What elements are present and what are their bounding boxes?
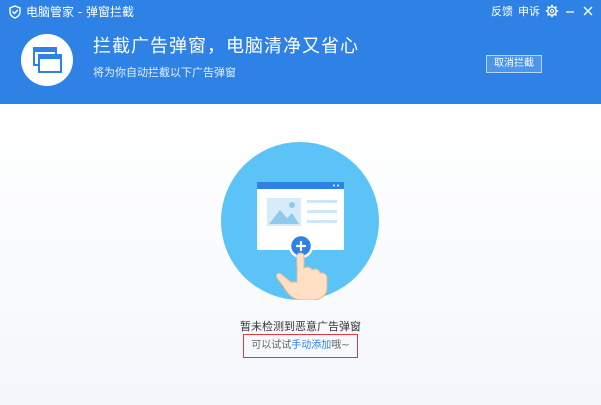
- close-icon[interactable]: [581, 4, 595, 18]
- complain-link[interactable]: 申诉: [518, 5, 540, 19]
- shield-logo-icon: [9, 5, 21, 19]
- cancel-block-button[interactable]: 取消拦截: [486, 55, 542, 73]
- titlebar: 电脑管家 - 弹窗拦截 反馈 申诉: [0, 0, 601, 26]
- manual-add-link[interactable]: 手动添加: [291, 340, 331, 351]
- manual-add-hint: 可以试试手动添加哦~: [244, 339, 357, 353]
- window-title: 电脑管家 - 弹窗拦截: [26, 5, 134, 19]
- page-title: 拦截广告弹窗，电脑清净又省心: [93, 36, 359, 57]
- minimize-icon[interactable]: [563, 4, 577, 18]
- gear-icon[interactable]: [545, 4, 559, 18]
- popup-windows-icon: [33, 47, 62, 73]
- feedback-link[interactable]: 反馈: [491, 5, 513, 19]
- hand-add-window-icon: [221, 142, 379, 300]
- main-content: 暂未检测到恶意广告弹窗 可以试试手动添加哦~: [0, 104, 601, 405]
- hint-suffix: 哦~: [331, 340, 350, 351]
- manual-add-hint-highlight: 可以试试手动添加哦~: [243, 334, 358, 358]
- status-message: 暂未检测到恶意广告弹窗: [240, 320, 361, 333]
- hint-prefix: 可以试试: [251, 340, 292, 351]
- page-subtitle: 将为你自动拦截以下广告弹窗: [93, 66, 236, 79]
- popup-windows-icon-badge: [21, 34, 73, 86]
- header-banner: 电脑管家 - 弹窗拦截 反馈 申诉 拦截广告弹窗，电脑清净又省心 将为你自动拦截…: [0, 0, 601, 104]
- popup-blocker-window: 电脑管家 - 弹窗拦截 反馈 申诉 拦截广告弹窗，电脑清净又省心 将为你自动拦截…: [0, 0, 601, 405]
